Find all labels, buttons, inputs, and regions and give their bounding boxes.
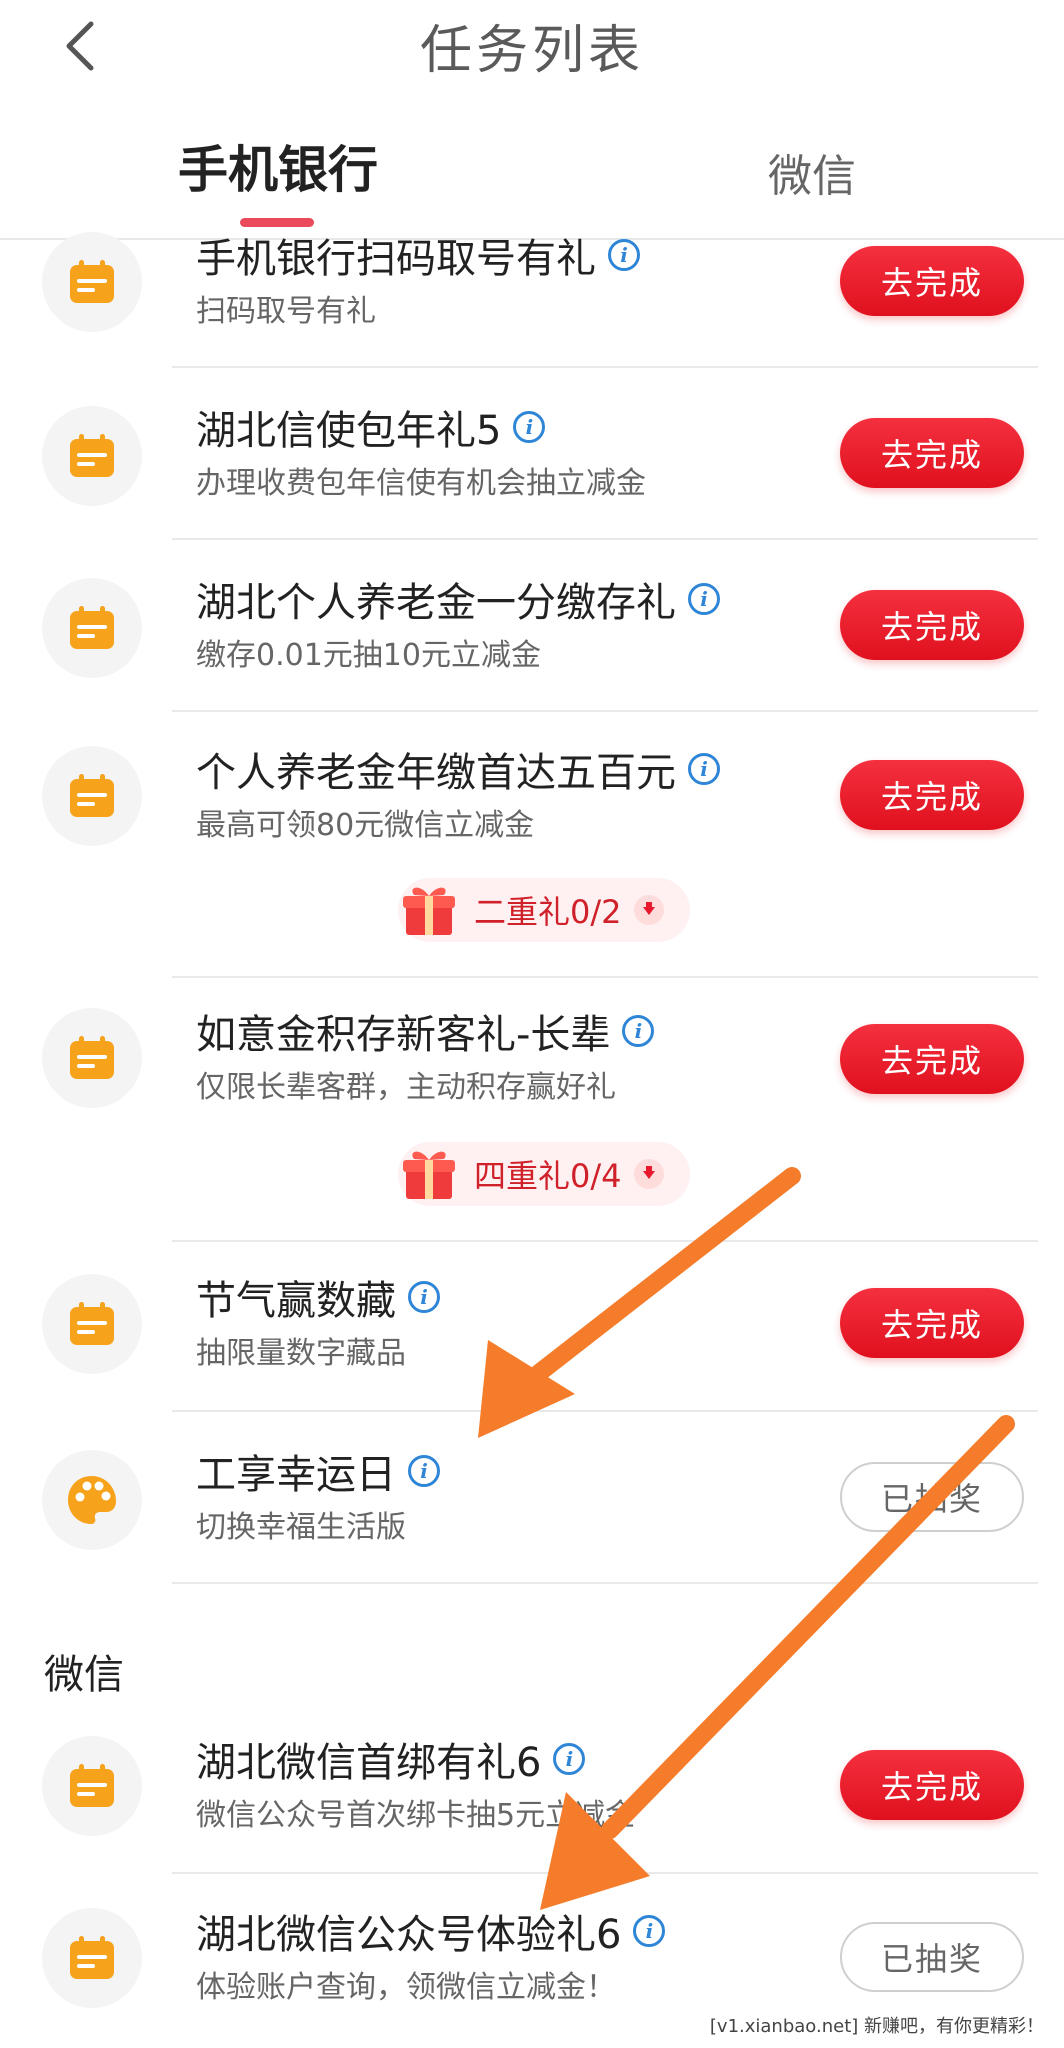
info-icon[interactable]: i (688, 753, 720, 785)
calendar-icon (70, 1764, 114, 1807)
header: 任务列表 (0, 0, 1064, 90)
watermark: [v1.xianbao.net] 新赚吧，有你更精彩！ (703, 2010, 1050, 2040)
complete-button[interactable]: 去完成 (840, 1288, 1024, 1358)
task-icon-bg (42, 232, 142, 332)
task-subtitle: 扫码取号有礼 (196, 294, 376, 329)
gift-tier-badge[interactable]: 四重礼0/4 (398, 1142, 690, 1206)
divider (172, 710, 1038, 712)
task-title: 湖北微信首绑有礼6 i (196, 1730, 586, 1788)
task-icon-bg (42, 1736, 142, 1836)
task-title: 节气赢数藏 i (196, 1268, 440, 1326)
divider (172, 1582, 1038, 1584)
task-title: 手机银行扫码取号有礼 i (196, 226, 640, 284)
task-subtitle: 切换幸福生活版 (196, 1510, 406, 1545)
complete-button[interactable]: 去完成 (840, 1750, 1024, 1820)
complete-button[interactable]: 去完成 (840, 418, 1024, 488)
info-icon[interactable]: i (608, 239, 640, 271)
task-icon-bg (42, 1908, 142, 2008)
info-icon[interactable]: i (513, 411, 546, 443)
info-icon[interactable]: i (408, 1281, 440, 1313)
drawn-status-button[interactable]: 已抽奖 (840, 1462, 1024, 1532)
task-title: 湖北个人养老金一分缴存礼 i (196, 570, 720, 628)
task-icon-bg (42, 1450, 142, 1550)
task-icon-bg (42, 746, 142, 846)
gift-tier-label: 四重礼0/4 (474, 1157, 622, 1195)
calendar-icon (70, 1036, 114, 1079)
tab-bar: 手机银行 微信 (0, 120, 1064, 240)
gift-tier-badge[interactable]: 二重礼0/2 (398, 878, 690, 942)
gift-tier-label: 二重礼0/2 (474, 893, 622, 931)
task-subtitle: 仅限长辈客群，主动积存赢好礼 (196, 1070, 616, 1105)
task-row: 湖北信使包年礼5 i 办理收费包年信使有机会抽立减金 去完成 (0, 372, 1064, 538)
gift-box-icon (403, 887, 455, 935)
expand-down-icon (633, 1159, 664, 1189)
complete-button[interactable]: 去完成 (840, 246, 1024, 316)
task-row: 湖北个人养老金一分缴存礼 i 缴存0.01元抽10元立减金 去完成 (0, 544, 1064, 710)
tab-wechat[interactable]: 微信 (768, 140, 856, 204)
task-subtitle: 办理收费包年信使有机会抽立减金 (196, 466, 646, 501)
task-icon-bg (42, 578, 142, 678)
drawn-status-button[interactable]: 已抽奖 (840, 1922, 1024, 1992)
task-row: 工享幸运日 i 切换幸福生活版 已抽奖 (0, 1416, 1064, 1582)
task-row: 如意金积存新客礼-长辈 i 仅限长辈客群，主动积存赢好礼 去完成 四重礼0/4 (0, 982, 1064, 1240)
task-row: 手机银行扫码取号有礼 i 扫码取号有礼 去完成 (0, 232, 1064, 366)
task-icon-bg (42, 1274, 142, 1374)
divider (172, 366, 1038, 368)
info-icon[interactable]: i (633, 1915, 666, 1947)
task-title: 工享幸运日 i (196, 1442, 440, 1500)
info-icon[interactable]: i (553, 1743, 586, 1775)
divider (172, 1872, 1038, 1874)
calendar-icon (70, 1936, 114, 1979)
calendar-icon (70, 260, 114, 303)
info-icon[interactable]: i (408, 1455, 440, 1487)
gift-box-icon (403, 1151, 455, 1199)
divider (172, 976, 1038, 978)
calendar-icon (70, 774, 114, 817)
calendar-icon (70, 606, 114, 649)
task-subtitle: 体验账户查询，领微信立减金！ (196, 1970, 616, 2005)
task-subtitle: 最高可领80元微信立减金 (196, 808, 535, 843)
tab-mobile-bank[interactable]: 手机银行 (178, 130, 378, 202)
complete-button[interactable]: 去完成 (840, 1024, 1024, 1094)
task-title: 如意金积存新客礼-长辈 i (196, 1002, 655, 1060)
divider (172, 1410, 1038, 1412)
calendar-icon (70, 434, 114, 477)
task-icon-bg (42, 1008, 142, 1108)
task-icon-bg (42, 406, 142, 506)
task-title: 湖北微信公众号体验礼6 i (196, 1902, 666, 1960)
page-title: 任务列表 (419, 21, 644, 81)
complete-button[interactable]: 去完成 (840, 590, 1024, 660)
expand-down-icon (633, 895, 664, 925)
task-title: 湖北信使包年礼5 i (196, 398, 546, 456)
task-row: 节气赢数藏 i 抽限量数字藏品 去完成 (0, 1246, 1064, 1410)
task-subtitle: 缴存0.01元抽10元立减金 (196, 638, 541, 673)
task-title: 个人养老金年缴首达五百元 i (196, 740, 720, 798)
divider (172, 538, 1038, 540)
divider (172, 1240, 1038, 1242)
task-subtitle: 抽限量数字藏品 (196, 1336, 406, 1371)
task-row: 湖北微信首绑有礼6 i 微信公众号首次绑卡抽5元立减金 去完成 (0, 1706, 1064, 1872)
info-icon[interactable]: i (622, 1015, 655, 1047)
task-row: 个人养老金年缴首达五百元 i 最高可领80元微信立减金 去完成 二重礼0/2 (0, 716, 1064, 976)
calendar-icon (70, 1302, 114, 1345)
section-title-wechat: 微信 (44, 1652, 124, 1698)
palette-icon (68, 1476, 116, 1524)
complete-button[interactable]: 去完成 (840, 760, 1024, 830)
task-subtitle: 微信公众号首次绑卡抽5元立减金 (196, 1798, 636, 1833)
info-icon[interactable]: i (688, 583, 720, 615)
